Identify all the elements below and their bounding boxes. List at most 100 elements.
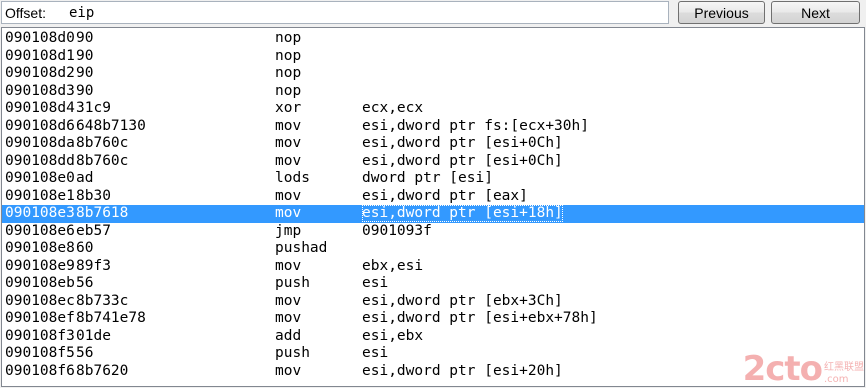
bytes-cell: 8b30 (76, 187, 111, 204)
instruction-row[interactable]: 090108f5 56 push esi (2, 345, 864, 363)
mnemonic-cell: push (275, 345, 310, 361)
operands-cell: ecx,ecx (362, 100, 424, 116)
next-button[interactable]: Next (771, 1, 860, 24)
bytes-cell: 90 (76, 82, 94, 99)
toolbar: Offset: Previous Next (0, 0, 866, 27)
bytes-cell: 89f3 (76, 257, 111, 274)
mnemonic-cell: pushad (275, 240, 328, 256)
bytes-cell: 90 (76, 30, 94, 46)
instruction-row[interactable]: 090108e9 89f3 mov ebx,esi (2, 258, 864, 276)
operands-cell: 0901093f (362, 222, 432, 239)
address-cell: 090108eb (5, 275, 75, 291)
bytes-cell: 8b7620 (76, 362, 129, 379)
address-cell: 090108d6 (5, 117, 75, 134)
bytes-cell: 8b760c (76, 135, 129, 151)
address-cell: 090108f5 (5, 345, 75, 361)
mnemonic-cell: mov (275, 135, 302, 151)
instruction-row[interactable]: 090108d1 90 nop (2, 48, 864, 66)
disassembly-listing[interactable]: 090108d0 90 nop 090108d1 90 nop 090108d2 90 nop 0… (1, 27, 865, 387)
mnemonic-cell: xor (275, 100, 302, 116)
selected-instruction-row[interactable]: 090108e3 8b7618 mov esi,dword ptr [esi+18h] (2, 205, 864, 223)
operands-cell: esi,dword ptr fs:[ecx+30h] (362, 117, 589, 134)
previous-button[interactable]: Previous (678, 1, 765, 24)
instruction-row[interactable]: 090108d4 31c9 xor ecx,ecx (2, 100, 864, 118)
bytes-cell: eb57 (76, 222, 111, 239)
address-cell: 090108e3 (5, 205, 75, 221)
address-cell: 090108e6 (5, 222, 75, 239)
address-cell: 090108dd (5, 152, 75, 169)
bytes-cell: 60 (76, 240, 94, 256)
mnemonic-cell: nop (275, 82, 302, 99)
operands-cell: esi (362, 345, 389, 361)
bytes-cell: 31c9 (76, 100, 111, 116)
instruction-row[interactable]: 090108e8 60 pushad (2, 240, 864, 258)
instruction-row[interactable]: 090108e1 8b30 mov esi,dword ptr [eax] (2, 188, 864, 206)
instruction-row[interactable]: 090108da 8b760c mov esi,dword ptr [esi+0Ch] (2, 135, 864, 153)
mnemonic-cell: mov (275, 362, 302, 379)
instruction-row[interactable]: 090108d2 90 nop (2, 65, 864, 83)
mnemonic-cell: mov (275, 310, 302, 326)
bytes-cell: 8b760c (76, 152, 129, 169)
operands-cell: esi,dword ptr [eax] (362, 187, 528, 204)
instruction-row[interactable]: 090108dd 8b760c mov esi,dword ptr [esi+0Ch] (2, 153, 864, 171)
mnemonic-cell: push (275, 275, 310, 291)
bytes-cell: 8b7618 (76, 205, 129, 221)
instruction-row[interactable]: 090108d0 90 nop (2, 30, 864, 48)
mnemonic-cell: mov (275, 117, 302, 134)
address-cell: 090108e8 (5, 240, 75, 256)
address-cell: 090108ef (5, 310, 75, 326)
mnemonic-cell: mov (275, 205, 302, 221)
address-cell: 090108e0 (5, 170, 75, 186)
operands-cell: esi (362, 275, 389, 291)
address-cell: 090108f3 (5, 327, 75, 344)
instruction-row[interactable]: 090108e0 ad lods dword ptr [esi] (2, 170, 864, 188)
operands-cell: esi,dword ptr [esi+ebx+78h] (362, 310, 598, 326)
instruction-row[interactable]: 090108f3 01de add esi,ebx (2, 328, 864, 346)
address-cell: 090108da (5, 135, 75, 151)
offset-label: Offset: (5, 5, 46, 21)
mnemonic-cell: nop (275, 30, 302, 46)
mnemonic-cell: mov (275, 292, 302, 309)
bytes-cell: 56 (76, 275, 94, 291)
bytes-cell: 01de (76, 327, 111, 344)
address-cell: 090108d2 (5, 65, 75, 81)
address-cell: 090108e1 (5, 187, 75, 204)
bytes-cell: 648b7130 (76, 117, 146, 134)
instruction-row[interactable]: 090108ec 8b733c mov esi,dword ptr [ebx+3Ch] (2, 293, 864, 311)
address-cell: 090108e9 (5, 257, 75, 274)
address-cell: 090108d0 (5, 30, 75, 46)
bytes-cell: ad (76, 170, 94, 186)
operands-cell: esi,dword ptr [esi+20h] (362, 362, 563, 379)
address-cell: 090108ec (5, 292, 75, 309)
mnemonic-cell: add (275, 327, 302, 344)
operands-cell: esi,ebx (362, 327, 424, 344)
mnemonic-cell: mov (275, 257, 302, 274)
operands-cell: esi,dword ptr [ebx+3Ch] (362, 292, 563, 309)
bytes-cell: 56 (76, 345, 94, 361)
mnemonic-cell: lods (275, 170, 310, 186)
instruction-row[interactable]: 090108ef 8b741e78 mov esi,dword ptr [esi+eb… (2, 310, 864, 328)
mnemonic-cell: mov (275, 152, 302, 169)
mnemonic-cell: nop (275, 65, 302, 81)
operands-cell: ebx,esi (362, 257, 424, 274)
operands-cell: dword ptr [esi] (362, 170, 493, 186)
instruction-row[interactable]: 090108f6 8b7620 mov esi,dword ptr [esi+20h] (2, 363, 864, 381)
address-cell: 090108d3 (5, 82, 75, 99)
bytes-cell: 8b733c (76, 292, 129, 309)
disassembly-window: Offset: Previous Next 090108d090nop09010… (0, 0, 866, 388)
instruction-row[interactable]: 090108eb 56 push esi (2, 275, 864, 293)
offset-input[interactable] (69, 4, 659, 22)
offset-field[interactable]: Offset: (1, 1, 669, 24)
instruction-row[interactable]: 090108d6 648b7130 mov esi,dword ptr fs:[ecx… (2, 118, 864, 136)
address-cell: 090108f6 (5, 362, 75, 379)
operands-cell: esi,dword ptr [esi+18h] (362, 205, 563, 222)
mnemonic-cell: mov (275, 187, 302, 204)
mnemonic-cell: jmp (275, 222, 302, 239)
instruction-row[interactable]: 090108d3 90 nop (2, 83, 864, 101)
instruction-row[interactable]: 090108e6 eb57 jmp 0901093f (2, 223, 864, 241)
address-cell: 090108d1 (5, 47, 75, 64)
operands-cell: esi,dword ptr [esi+0Ch] (362, 135, 563, 151)
bytes-cell: 90 (76, 47, 94, 64)
bytes-cell: 90 (76, 65, 94, 81)
operands-cell: esi,dword ptr [esi+0Ch] (362, 152, 563, 169)
